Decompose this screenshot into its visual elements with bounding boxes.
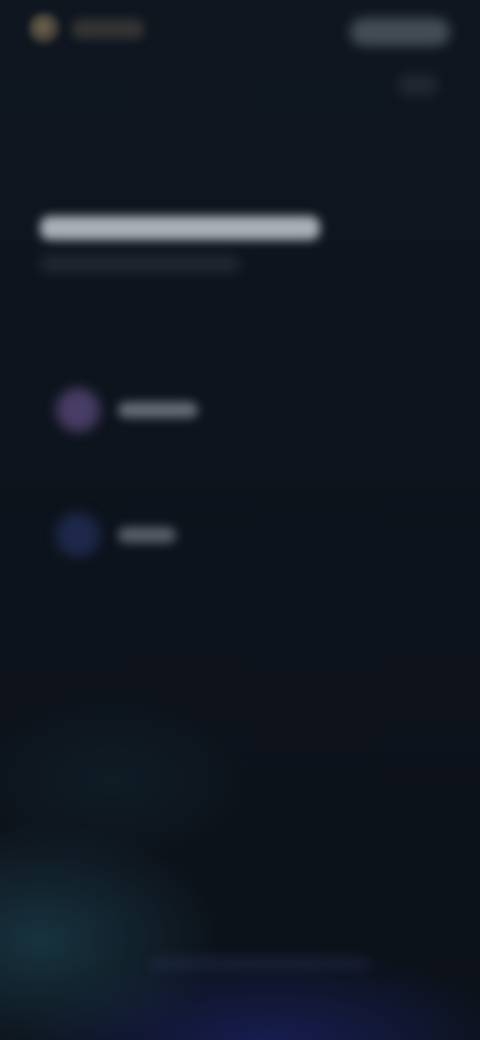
header-secondary-button[interactable] bbox=[398, 74, 438, 96]
brand[interactable] bbox=[28, 12, 144, 46]
option-label bbox=[118, 402, 198, 418]
option-label bbox=[118, 527, 176, 543]
option-item-1[interactable] bbox=[56, 380, 356, 440]
bottom-indicator bbox=[150, 958, 370, 968]
top-bar bbox=[0, 0, 480, 96]
heading-block bbox=[40, 210, 330, 272]
logo-icon bbox=[28, 12, 62, 46]
page-subtitle bbox=[40, 256, 240, 272]
page-title bbox=[40, 216, 320, 240]
option-item-2[interactable] bbox=[56, 505, 356, 565]
avatar-icon bbox=[56, 388, 100, 432]
app-name bbox=[72, 19, 144, 39]
screen bbox=[0, 0, 480, 1040]
header-action-button[interactable] bbox=[350, 18, 450, 46]
avatar-icon bbox=[56, 513, 100, 557]
